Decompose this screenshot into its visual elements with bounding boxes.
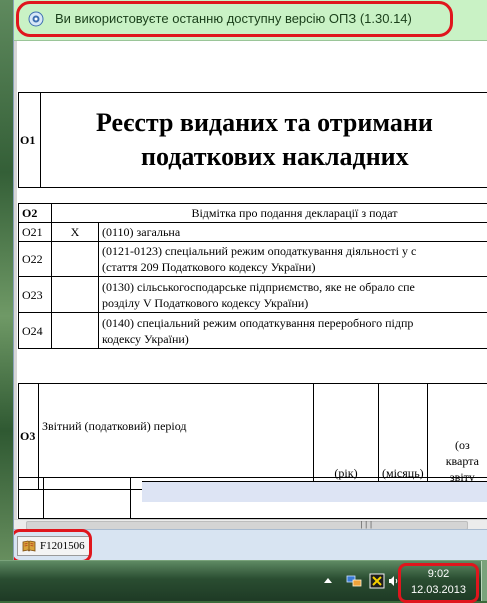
quarter-label-line2: кварта xyxy=(431,453,487,469)
show-hidden-icons-icon[interactable] xyxy=(322,575,334,585)
o2-row-mark[interactable]: X xyxy=(52,223,99,242)
o2-row-code: О24 xyxy=(19,313,52,349)
opz-window: Ви використовуєте останню доступну версі… xyxy=(13,0,487,560)
desktop-background xyxy=(0,0,13,575)
register-title-line1: Реєстр виданих та отримани xyxy=(96,106,487,140)
o2-row[interactable]: О23 (0130) сільськогосподарське підприєм… xyxy=(19,277,487,313)
section-o1: О1 Реєстр виданих та отримани податкових… xyxy=(18,92,487,188)
o2-row-code: О23 xyxy=(19,277,52,313)
register-title: Реєстр виданих та отримани податкових на… xyxy=(41,93,487,188)
next-section-cell xyxy=(44,478,131,519)
update-notification: Ви використовуєте останню доступну версі… xyxy=(14,0,487,41)
o2-code: О2 xyxy=(19,204,52,223)
o2-row-mark[interactable] xyxy=(52,242,99,277)
network-icon[interactable] xyxy=(346,573,362,589)
notification-highlight xyxy=(16,1,453,37)
o2-row[interactable]: О22 (0121-0123) спеціальний режим оподат… xyxy=(19,242,487,277)
section-next xyxy=(18,477,487,519)
next-section-code xyxy=(19,478,44,519)
security-flag-icon[interactable] xyxy=(369,573,385,589)
next-section-body xyxy=(131,478,487,519)
o2-row-text-line2: кодексу України) xyxy=(102,331,487,347)
tab-highlight xyxy=(13,529,92,560)
o2-row-mark[interactable] xyxy=(52,313,99,349)
quarter-field[interactable]: (оз кварта звіту xyxy=(427,384,487,490)
windows-taskbar: 9:02 12.03.2013 xyxy=(0,560,487,601)
o2-row-code: О21 xyxy=(19,223,52,242)
o2-row-text-line1: (0121-0123) спеціальний режим оподаткува… xyxy=(102,243,487,259)
o3-code: О3 xyxy=(19,384,39,490)
volume-icon[interactable] xyxy=(388,575,398,587)
tab-f1201506[interactable]: F1201506 xyxy=(17,536,90,556)
register-title-line2: податкових накладних xyxy=(96,140,487,174)
o2-row[interactable]: О24 (0140) спеціальний режим оподаткуван… xyxy=(19,313,487,349)
o2-row-text-line1: (0140) спеціальний режим оподаткування п… xyxy=(102,315,487,331)
month-field[interactable]: (місяць) xyxy=(379,384,428,490)
section-o3: О3 Звітний (податковий) період (рік) (мі… xyxy=(18,383,487,490)
quarter-label-line1: (оз xyxy=(431,437,487,453)
year-field[interactable]: (рік) xyxy=(314,384,379,490)
o2-row-text: (0110) загальна xyxy=(99,223,487,242)
document-tab-bar: F1201506 xyxy=(14,529,487,560)
o2-row-text-line2: (стаття 209 Податкового кодексу України) xyxy=(102,259,487,275)
clock-highlight xyxy=(398,563,479,603)
o2-row-text-line1: (0130) сільськогосподарське підприємство… xyxy=(102,279,487,295)
show-desktop-button[interactable] xyxy=(481,561,487,601)
document-left-margin xyxy=(14,41,17,519)
o2-row-mark[interactable] xyxy=(52,277,99,313)
o1-code: О1 xyxy=(19,93,41,188)
o2-header: Відмітка про подання декларації з подат xyxy=(52,204,487,223)
o2-row-text: (0121-0123) спеціальний режим оподаткува… xyxy=(99,242,487,277)
o2-row[interactable]: О21 X (0110) загальна xyxy=(19,223,487,242)
document-area: О1 Реєстр виданих та отримани податкових… xyxy=(14,41,487,519)
o2-row-text: (0140) спеціальний режим оподаткування п… xyxy=(99,313,487,349)
o2-row-code: О22 xyxy=(19,242,52,277)
reporting-period-label: Звітний (податковий) період xyxy=(39,384,314,490)
section-o2: О2 Відмітка про подання декларації з под… xyxy=(18,203,487,349)
o2-row-text: (0130) сільськогосподарське підприємство… xyxy=(99,277,487,313)
o2-row-text-line2: розділу V Податкового кодексу України) xyxy=(102,295,487,311)
